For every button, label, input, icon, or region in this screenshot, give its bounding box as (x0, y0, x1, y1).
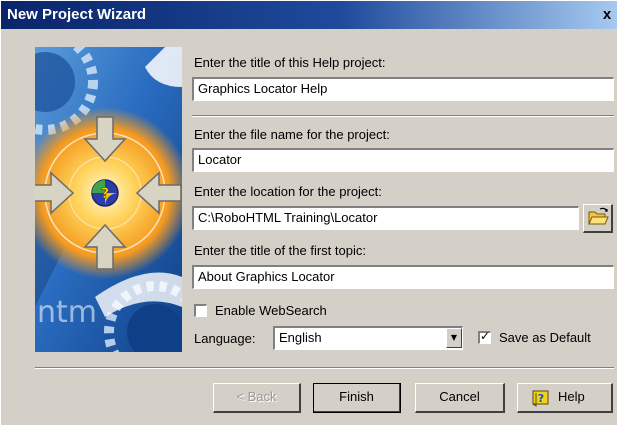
first-topic-input[interactable]: About Graphics Locator (192, 265, 614, 289)
language-label: Language: (194, 331, 256, 346)
project-title-label: Enter the title of this Help project: (194, 55, 386, 70)
location-label: Enter the location for the project: (194, 184, 382, 199)
folder-open-icon (588, 207, 609, 225)
first-topic-label: Enter the title of the first topic: (194, 243, 366, 258)
watermark-text: ntm (37, 295, 97, 330)
file-name-label: Enter the file name for the project: (194, 127, 390, 142)
cancel-button[interactable]: Cancel (415, 383, 505, 413)
title-bar[interactable]: New Project Wizard x (1, 1, 617, 29)
footer-divider (35, 367, 614, 369)
language-select[interactable]: English ▼ (273, 326, 463, 350)
file-name-input[interactable]: Locator (192, 148, 614, 172)
checkmark-icon: ✓ (480, 329, 491, 343)
project-title-input[interactable]: Graphics Locator Help (192, 77, 614, 101)
close-button[interactable]: x (597, 5, 617, 25)
window-title: New Project Wizard (7, 6, 147, 23)
section-divider (192, 115, 614, 117)
new-project-wizard-dialog: New Project Wizard x ? ntm Enter the tit… (0, 0, 617, 425)
back-button[interactable]: < Back (213, 383, 301, 413)
svg-text:?: ? (101, 186, 109, 202)
browse-folder-button[interactable] (583, 204, 613, 233)
help-sphere-icon: ? (91, 179, 119, 207)
save-as-default-label[interactable]: Save as Default (499, 330, 591, 345)
location-input[interactable]: C:\RoboHTML Training\Locator (192, 206, 579, 230)
chevron-down-icon[interactable]: ▼ (446, 328, 462, 348)
enable-websearch-checkbox[interactable] (194, 304, 207, 317)
help-button[interactable]: ? Help (517, 383, 613, 413)
save-as-default-checkbox[interactable]: ✓ (478, 329, 491, 344)
svg-text:?: ? (538, 392, 544, 405)
help-book-icon: ? (532, 390, 549, 407)
wizard-sidebar-image: ? ntm (35, 47, 182, 352)
language-selected-value: English (279, 330, 322, 345)
help-button-label: Help (558, 389, 585, 404)
enable-websearch-label[interactable]: Enable WebSearch (215, 303, 327, 318)
finish-button[interactable]: Finish (313, 383, 401, 413)
